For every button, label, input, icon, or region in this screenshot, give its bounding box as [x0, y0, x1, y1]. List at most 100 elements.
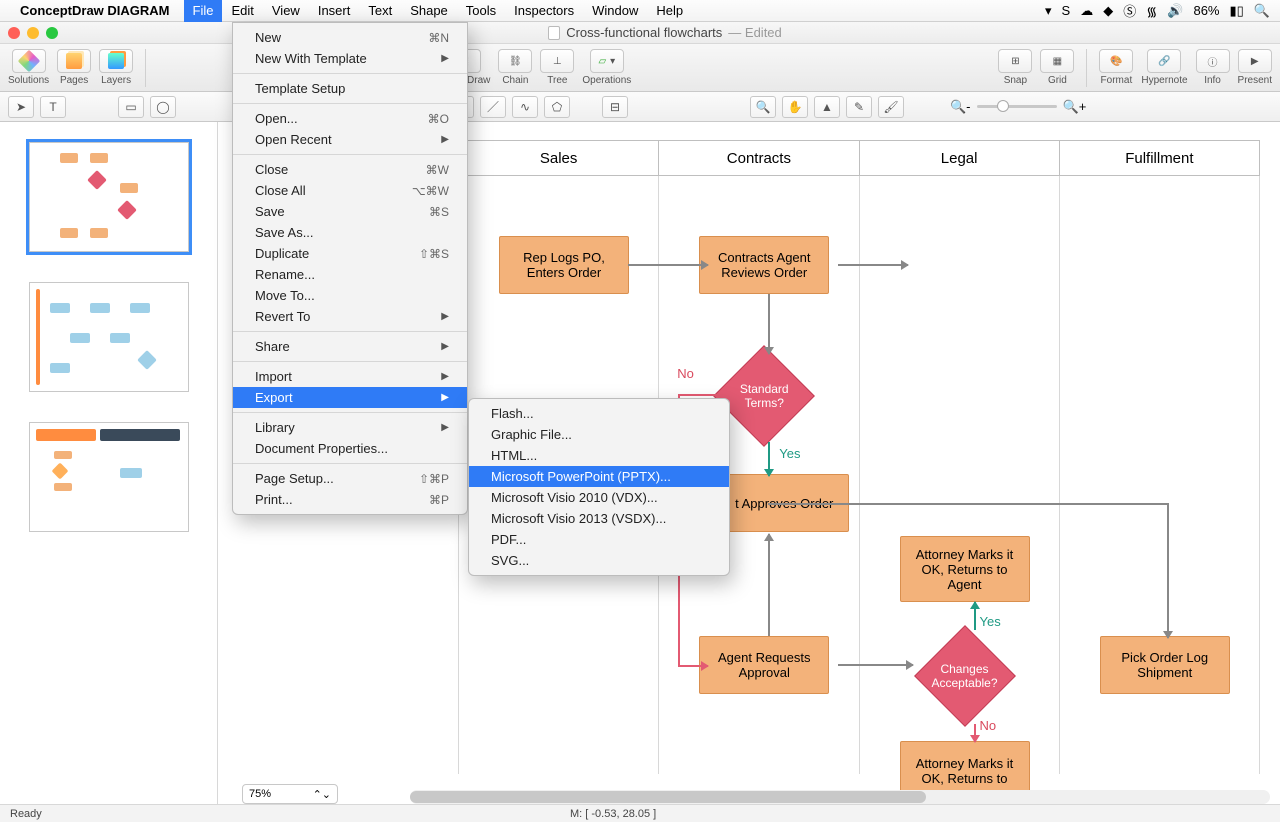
line-tool[interactable]: ／ [480, 96, 506, 118]
battery-icon[interactable]: ▮▯ [1230, 3, 1244, 19]
file-menu-item[interactable]: Open Recent▶ [233, 129, 467, 150]
group-tool[interactable]: ⊟ [602, 96, 628, 118]
horizontal-scrollbar[interactable] [410, 790, 1270, 804]
file-menu-item[interactable]: Close⌘W [233, 159, 467, 180]
cloud-icon[interactable]: ☁ [1080, 3, 1093, 19]
skype-icon[interactable]: Ⓢ [1123, 1, 1136, 20]
hypernote-button[interactable]: 🔗Hypernote [1141, 49, 1187, 86]
snap-button[interactable]: ⊞Snap [998, 49, 1032, 86]
pointer-tool[interactable]: ➤ [8, 96, 34, 118]
dropbox-icon[interactable]: ◆ [1103, 3, 1113, 19]
layers-button[interactable]: Layers [99, 49, 133, 86]
file-menu-item[interactable]: Page Setup...⇧⌘P [233, 468, 467, 489]
menu-insert[interactable]: Insert [309, 0, 360, 22]
file-menu-item[interactable]: Share▶ [233, 336, 467, 357]
lane-legal-header[interactable]: Legal [860, 140, 1060, 176]
zoom-out-icon[interactable]: 🔍- [950, 99, 971, 115]
present-button[interactable]: ▶Present [1238, 49, 1272, 86]
main-toolbar: Solutions Pages Layers LL ⬚Rapid Draw ⛓C… [0, 44, 1280, 92]
menu-file[interactable]: File [184, 0, 223, 22]
vlc-icon[interactable]: ▾ [1045, 3, 1052, 19]
tree-button[interactable]: ⊥Tree [540, 49, 574, 86]
arrow [1167, 503, 1169, 638]
file-menu-item[interactable]: Save⌘S [233, 201, 467, 222]
menu-shape[interactable]: Shape [401, 0, 457, 22]
hand-tool[interactable]: ✋ [782, 96, 808, 118]
close-window-button[interactable] [8, 27, 20, 39]
node-pick-order[interactable]: Pick Order Log Shipment [1100, 636, 1230, 694]
file-menu-item[interactable]: Rename... [233, 264, 467, 285]
node-rep-logs[interactable]: Rep Logs PO, Enters Order [499, 236, 629, 294]
spotlight-icon[interactable]: 🔍 [1254, 3, 1270, 19]
file-menu-item[interactable]: Import▶ [233, 366, 467, 387]
battery-text: 86% [1193, 3, 1219, 18]
page-thumb-1[interactable] [29, 142, 189, 252]
text-tool[interactable]: T [40, 96, 66, 118]
menu-inspectors[interactable]: Inspectors [505, 0, 583, 22]
export-menu-item[interactable]: PDF... [469, 529, 729, 550]
export-menu-item[interactable]: Microsoft Visio 2010 (VDX)... [469, 487, 729, 508]
poly-tool[interactable]: ⬠ [544, 96, 570, 118]
file-menu-item[interactable]: New With Template▶ [233, 48, 467, 69]
export-menu-item[interactable]: SVG... [469, 550, 729, 571]
stamp-tool[interactable]: ▲ [814, 96, 840, 118]
brush-tool[interactable]: 🖌 [878, 96, 904, 118]
lane-fulfillment-header[interactable]: Fulfillment [1060, 140, 1260, 176]
status-bar: Ready M: [ -0.53, 28.05 ] [0, 804, 1280, 822]
info-button[interactable]: ⓘInfo [1196, 49, 1230, 86]
file-menu-item[interactable]: New⌘N [233, 27, 467, 48]
lane-sales-header[interactable]: Sales [458, 140, 659, 176]
node-review[interactable]: Contracts Agent Reviews Order [699, 236, 829, 294]
file-menu-item[interactable]: Close All⌥⌘W [233, 180, 467, 201]
file-menu-item[interactable]: Document Properties... [233, 438, 467, 459]
menu-text[interactable]: Text [359, 0, 401, 22]
operations-button[interactable]: ▱▾Operations [582, 49, 631, 86]
status-icon[interactable]: S [1062, 3, 1071, 18]
format-button[interactable]: 🎨Format [1099, 49, 1133, 86]
ellipse-shape-tool[interactable]: ◯ [150, 96, 176, 118]
export-menu-item[interactable]: Graphic File... [469, 424, 729, 445]
file-menu-item[interactable]: Revert To▶ [233, 306, 467, 327]
file-menu-item[interactable]: Save As... [233, 222, 467, 243]
menu-window[interactable]: Window [583, 0, 647, 22]
page-thumb-2[interactable] [29, 282, 189, 392]
export-menu-item[interactable]: HTML... [469, 445, 729, 466]
zoom-slider[interactable]: 🔍- 🔍+ [950, 99, 1086, 115]
menu-edit[interactable]: Edit [222, 0, 262, 22]
menu-tools[interactable]: Tools [457, 0, 505, 22]
zoom-tool[interactable]: 🔍 [750, 96, 776, 118]
file-menu-item[interactable]: Duplicate⇧⌘S [233, 243, 467, 264]
file-menu-item[interactable]: Export▶ [233, 387, 467, 408]
pages-button[interactable]: Pages [57, 49, 91, 86]
node-req-approval[interactable]: Agent Requests Approval [699, 636, 829, 694]
zoom-window-button[interactable] [46, 27, 58, 39]
app-name[interactable]: ConceptDraw DIAGRAM [20, 3, 170, 18]
export-menu-item[interactable]: Microsoft PowerPoint (PPTX)... [469, 466, 729, 487]
lane-contracts-header[interactable]: Contracts [659, 140, 859, 176]
file-menu-item[interactable]: Print...⌘P [233, 489, 467, 510]
volume-icon[interactable]: 🔊 [1167, 3, 1183, 19]
page-thumb-3[interactable] [29, 422, 189, 532]
file-menu-item[interactable]: Open...⌘O [233, 108, 467, 129]
arrow [678, 665, 708, 667]
zoom-select[interactable]: 75%⌃⌄ [242, 784, 338, 804]
export-menu-item[interactable]: Microsoft Visio 2013 (VSDX)... [469, 508, 729, 529]
rect-shape-tool[interactable]: ▭ [118, 96, 144, 118]
zoom-in-icon[interactable]: 🔍+ [1063, 99, 1087, 115]
minimize-window-button[interactable] [27, 27, 39, 39]
menu-view[interactable]: View [263, 0, 309, 22]
file-menu-item[interactable]: Template Setup [233, 78, 467, 99]
chain-button[interactable]: ⛓Chain [498, 49, 532, 86]
eyedropper-tool[interactable]: ✎ [846, 96, 872, 118]
solutions-button[interactable]: Solutions [8, 49, 49, 86]
export-menu-item[interactable]: Flash... [469, 403, 729, 424]
wifi-icon[interactable]: ᯾ [1146, 2, 1157, 20]
file-menu-item[interactable]: Move To... [233, 285, 467, 306]
menu-help[interactable]: Help [647, 0, 692, 22]
node-attorney-ok[interactable]: Attorney Marks it OK, Returns to Agent [900, 536, 1030, 602]
curve-tool[interactable]: ∿ [512, 96, 538, 118]
grid-button[interactable]: ▦Grid [1040, 49, 1074, 86]
node-changes[interactable]: Changes Acceptable? [915, 626, 1015, 726]
document-state: — Edited [728, 25, 782, 40]
file-menu-item[interactable]: Library▶ [233, 417, 467, 438]
